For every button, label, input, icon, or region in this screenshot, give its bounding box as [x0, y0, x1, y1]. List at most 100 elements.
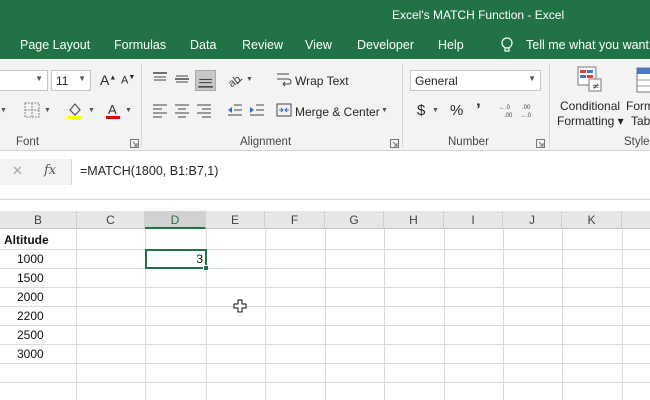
conditional-formatting-label-2[interactable]: Formatting ▾	[557, 114, 624, 128]
wrap-text-icon[interactable]	[275, 70, 293, 88]
styles-group-label: Styles	[624, 136, 650, 148]
svg-text:→.0: →.0	[520, 113, 532, 119]
insert-function-button[interactable]: fx	[44, 163, 56, 178]
column-header-f[interactable]: F	[265, 211, 325, 229]
formula-bar: ✕ fx =MATCH(1800, B1:B7,1)	[0, 151, 650, 200]
increase-decimal-icon[interactable]: ←.0.00	[499, 101, 517, 119]
selected-cell-d2[interactable]: 3	[145, 249, 207, 269]
currency-button[interactable]: $	[417, 102, 425, 119]
column-header-k[interactable]: K	[562, 211, 622, 229]
gridline	[622, 229, 623, 400]
decrease-font-size-button[interactable]: A▼	[121, 74, 135, 87]
cell-b4[interactable]: 2000	[17, 288, 44, 307]
window-title: Excel's MATCH Function - Excel	[392, 8, 565, 22]
merge-center-icon[interactable]	[275, 101, 293, 119]
merge-center-button[interactable]: Merge & Center	[295, 105, 380, 119]
gridline	[0, 306, 650, 307]
cell-b7[interactable]: 3000	[17, 345, 44, 364]
cell-b2[interactable]: 1000	[17, 250, 44, 269]
gridline	[0, 249, 650, 250]
format-as-table-icon[interactable]	[636, 67, 650, 93]
column-header-h[interactable]: H	[384, 211, 444, 229]
column-header-c[interactable]: C	[77, 211, 145, 229]
tab-review[interactable]: Review	[242, 38, 283, 52]
ribbon: ▼ 11 ▼ A▲ A▼ ▼ ▼ ▼ A ▼ Font ab ▼ Wrap Te…	[0, 59, 650, 151]
font-color-icon[interactable]: A	[104, 101, 122, 119]
tab-page-layout[interactable]: Page Layout	[20, 38, 90, 52]
group-separator	[549, 63, 550, 147]
orientation-icon[interactable]: ab	[226, 70, 244, 88]
group-separator	[141, 63, 142, 147]
cell-b1-header[interactable]: Altitude	[4, 231, 49, 250]
column-headers: B C D E F G H I J K	[0, 211, 650, 229]
font-name-combo[interactable]: ▼	[0, 70, 48, 91]
align-left-icon[interactable]	[151, 101, 169, 119]
comma-style-button[interactable]: ’	[476, 100, 481, 120]
conditional-formatting-label-1[interactable]: Conditional	[560, 99, 620, 113]
number-format-value: General	[415, 74, 458, 88]
gridline	[265, 229, 266, 400]
merge-dropdown-icon[interactable]: ▼	[381, 107, 388, 114]
svg-text:←.0: ←.0	[499, 105, 511, 111]
decrease-decimal-icon[interactable]: .00 →.0	[520, 101, 538, 119]
increase-font-size-button[interactable]: A▲	[100, 72, 116, 88]
fill-color-icon[interactable]	[66, 101, 84, 119]
fill-color-dropdown-icon[interactable]: ▼	[88, 107, 95, 114]
number-format-combo[interactable]: General ▼	[410, 70, 541, 91]
alignment-launcher-icon[interactable]	[390, 137, 399, 148]
font-launcher-icon[interactable]	[130, 137, 139, 148]
tell-me-search[interactable]: Tell me what you want	[526, 38, 649, 52]
column-header-d[interactable]: D	[145, 211, 206, 229]
increase-indent-icon[interactable]	[248, 101, 266, 119]
gridline	[76, 229, 77, 400]
formula-bar-controls: ✕ fx	[0, 159, 72, 185]
wrap-text-button[interactable]: Wrap Text	[295, 74, 349, 88]
gridline	[0, 287, 650, 288]
column-header-g[interactable]: G	[325, 211, 384, 229]
tab-data[interactable]: Data	[190, 38, 216, 52]
percent-button[interactable]: %	[450, 102, 463, 119]
column-header-b[interactable]: B	[0, 211, 77, 229]
font-color-dropdown-icon[interactable]: ▼	[125, 107, 132, 114]
borders-dropdown-icon[interactable]: ▼	[44, 107, 51, 114]
decrease-indent-icon[interactable]	[226, 101, 244, 119]
format-as-table-label-2[interactable]: Tab	[631, 114, 650, 128]
align-top-icon[interactable]	[151, 70, 169, 88]
tab-view[interactable]: View	[305, 38, 332, 52]
format-as-table-label-1[interactable]: Form	[626, 99, 650, 113]
column-header-e[interactable]: E	[206, 211, 265, 229]
column-header-j[interactable]: J	[503, 211, 562, 229]
orientation-dropdown-icon[interactable]: ▼	[246, 76, 253, 83]
tab-developer[interactable]: Developer	[357, 38, 414, 52]
currency-dropdown-icon[interactable]: ▼	[432, 107, 439, 114]
align-right-icon[interactable]	[195, 101, 213, 119]
gridline	[0, 325, 650, 326]
alignment-group-label: Alignment	[240, 136, 292, 148]
borders-icon[interactable]	[23, 101, 41, 119]
tab-help[interactable]: Help	[438, 38, 464, 52]
align-middle-icon[interactable]	[173, 70, 191, 88]
gridline	[0, 268, 650, 269]
gridline	[325, 229, 326, 400]
column-header-i[interactable]: I	[444, 211, 503, 229]
align-bottom-icon[interactable]	[195, 70, 216, 91]
underline-dropdown-icon[interactable]: ▼	[0, 107, 7, 114]
tab-formulas[interactable]: Formulas	[114, 38, 166, 52]
gridline	[503, 229, 504, 400]
lightbulb-icon[interactable]	[500, 37, 514, 54]
number-launcher-icon[interactable]	[536, 137, 545, 148]
cell-b3[interactable]: 1500	[17, 269, 44, 288]
chevron-down-icon: ▼	[78, 74, 86, 83]
formula-input[interactable]: =MATCH(1800, B1:B7,1)	[80, 164, 218, 178]
align-center-icon[interactable]	[173, 101, 191, 119]
chevron-down-icon: ▼	[35, 74, 43, 83]
cell-b6[interactable]: 2500	[17, 326, 44, 345]
cell-b5[interactable]: 2200	[17, 307, 44, 326]
conditional-formatting-icon[interactable]: ≠	[576, 65, 604, 93]
worksheet-grid[interactable]: Altitude 1000 1500 2000 2200 2500 3000 3	[0, 229, 650, 400]
gridline	[0, 363, 650, 364]
fill-handle[interactable]	[203, 265, 209, 271]
svg-text:.00: .00	[522, 105, 531, 111]
cancel-icon[interactable]: ✕	[12, 163, 23, 179]
font-size-combo[interactable]: 11 ▼	[51, 70, 91, 91]
